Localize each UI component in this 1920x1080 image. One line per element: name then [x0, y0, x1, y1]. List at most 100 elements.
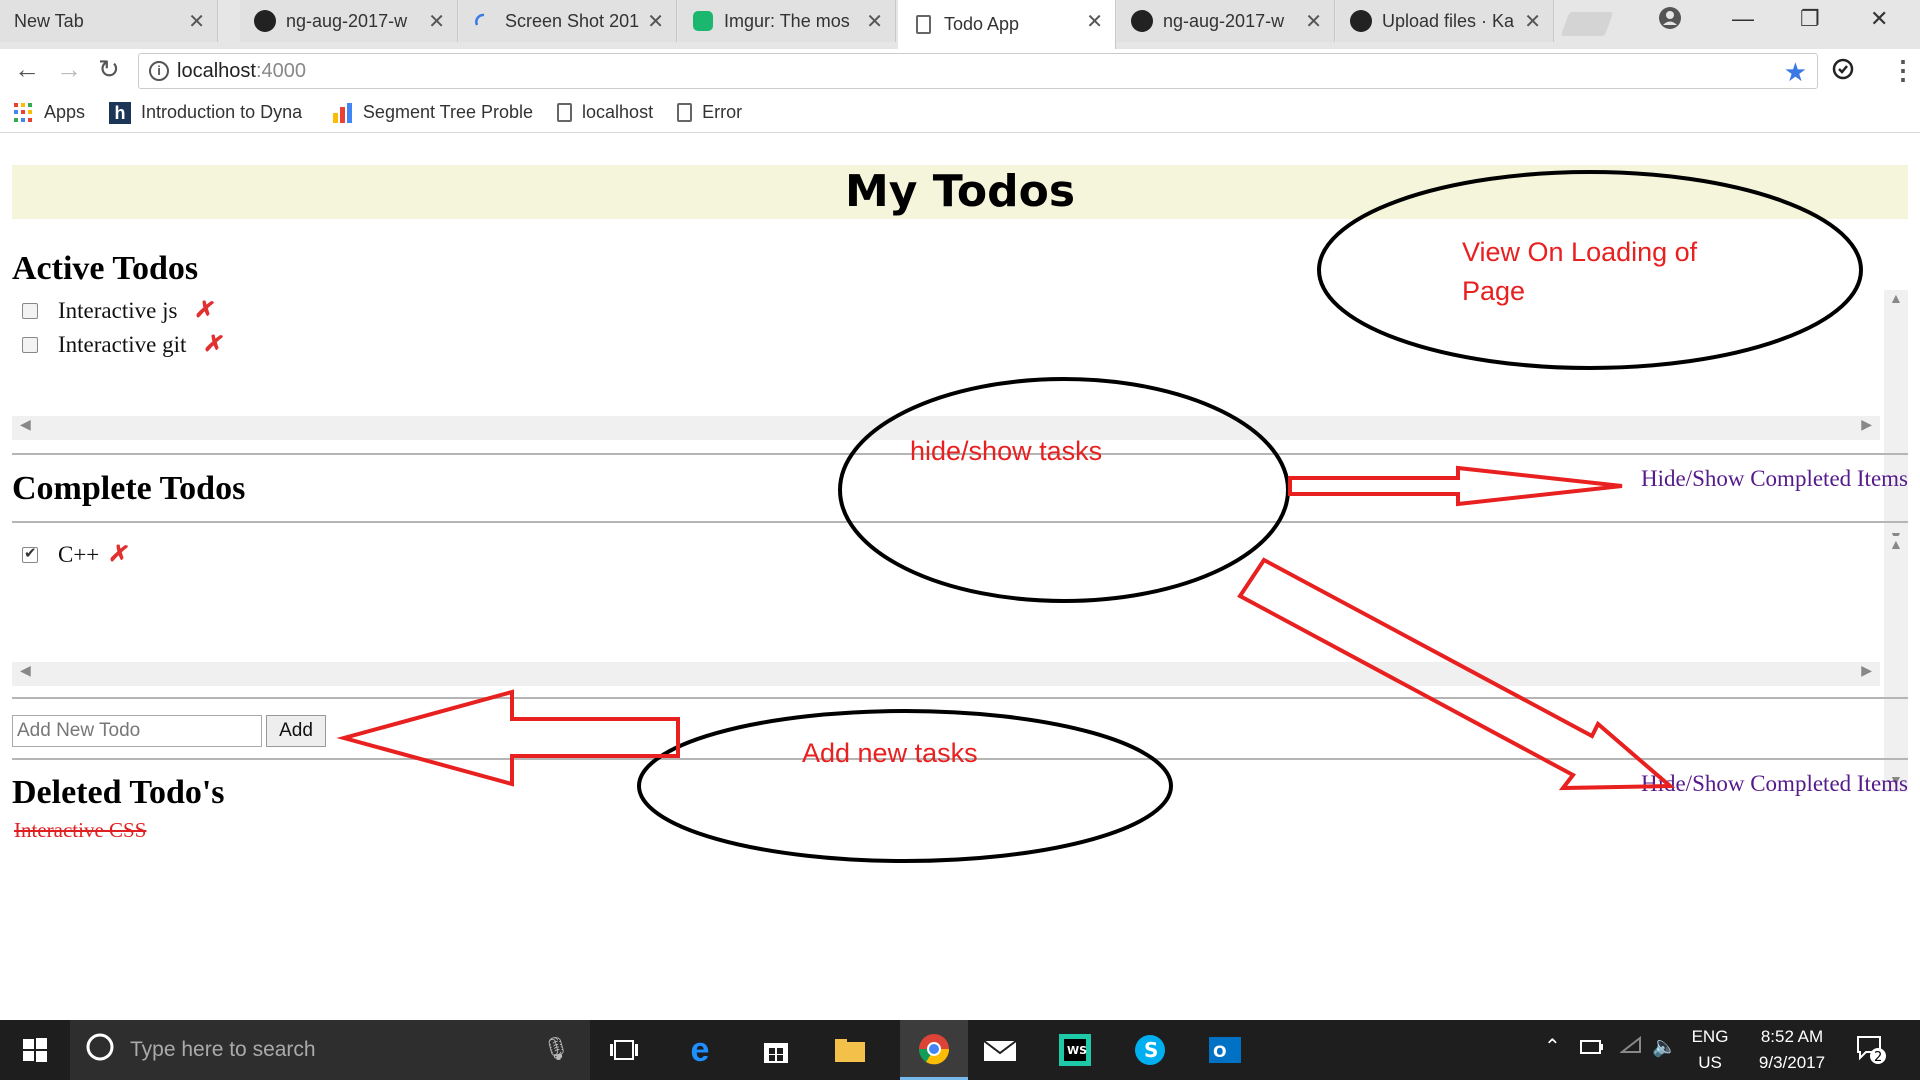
new-tab-button[interactable]	[1560, 12, 1614, 36]
minimize-icon[interactable]: —	[1732, 6, 1754, 32]
profile-icon[interactable]	[1658, 6, 1682, 36]
close-icon[interactable]: ✕	[866, 9, 883, 34]
menu-icon[interactable]: ⋮	[1890, 55, 1916, 86]
delete-icon[interactable]: ✗	[193, 294, 218, 326]
tab-github-2[interactable]: ng-aug-2017-w ✕	[1117, 0, 1335, 42]
clock-date: 9/3/2017	[1758, 1053, 1826, 1072]
scroll-up-icon[interactable]: ▲	[1889, 292, 1903, 308]
clock-time: 8:52 AM	[1760, 1027, 1824, 1046]
annotation-arrow-right	[1288, 465, 1623, 507]
todo-checkbox-checked[interactable]	[22, 544, 38, 563]
tab-imgur[interactable]: Imgur: The mos ✕	[678, 0, 896, 42]
close-icon[interactable]: ✕	[1305, 9, 1322, 34]
bookmarks-bar: Apps h Introduction to Dyna Segment Tree…	[0, 93, 1920, 133]
bookmark-apps[interactable]: Apps	[14, 102, 85, 123]
h-icon: h	[109, 101, 132, 124]
mail-icon[interactable]	[982, 1032, 1018, 1068]
outlook-icon[interactable]: O	[1207, 1032, 1243, 1068]
scroll-right-icon[interactable]: ▶	[1861, 663, 1872, 680]
forward-icon[interactable]: →	[56, 54, 82, 85]
github-icon	[1350, 10, 1372, 32]
tab-upload-files[interactable]: Upload files · Ka ✕	[1336, 0, 1554, 42]
window-close-icon[interactable]: ✕	[1870, 6, 1888, 32]
scroll-up-icon[interactable]: ▲	[1889, 538, 1903, 554]
edge-icon[interactable]: e	[682, 1031, 718, 1069]
bookmark-error[interactable]: Error	[677, 102, 742, 123]
chrome-icon[interactable]	[900, 1020, 968, 1080]
reload-icon[interactable]: ↻	[98, 54, 120, 85]
complete-todos-heading: Complete Todos	[12, 470, 246, 507]
microphone-icon[interactable]: 🎙	[542, 1036, 570, 1062]
complete-vertical-scrollbar[interactable]: ▲ ▼	[1884, 536, 1908, 792]
add-button[interactable]: Add	[266, 715, 326, 747]
windows-start-icon[interactable]	[17, 1032, 53, 1068]
skype-icon[interactable]: S	[1132, 1032, 1168, 1068]
active-todos-heading: Active Todos	[12, 250, 199, 287]
url-host: localhost	[177, 59, 256, 82]
toggle-completed-link[interactable]: Hide/Show Completed Items	[1641, 466, 1908, 492]
active-vertical-scrollbar[interactable]: ▲ ▼	[1884, 290, 1908, 548]
tab-label: Todo App	[944, 14, 1020, 34]
battery-icon[interactable]	[1580, 1036, 1604, 1062]
restore-icon[interactable]: ❐	[1800, 6, 1820, 32]
tab-new-tab[interactable]: New Tab ✕	[0, 0, 218, 42]
scroll-left-icon[interactable]: ◀	[20, 663, 31, 680]
tab-label: New Tab	[14, 10, 84, 31]
deleted-todos-heading: Deleted Todo's	[12, 774, 225, 811]
tray-chevron-icon[interactable]: ⌃	[1544, 1034, 1561, 1060]
todo-checkbox[interactable]	[22, 302, 38, 319]
github-icon	[1131, 10, 1153, 32]
action-center-icon[interactable]: 2	[1856, 1034, 1886, 1072]
annotation-ellipse-hide-show	[838, 377, 1290, 603]
delete-icon[interactable]: ✗	[202, 328, 227, 360]
close-icon[interactable]: ✕	[1524, 9, 1541, 34]
close-icon[interactable]: ✕	[647, 9, 664, 34]
bookmark-dynamic-programming[interactable]: h Introduction to Dyna	[109, 101, 309, 124]
divider	[12, 521, 1908, 523]
annotation-view-on-load: View On Loading of Page	[1462, 237, 1698, 306]
taskbar-search[interactable]: Type here to search 🎙	[70, 1020, 590, 1080]
store-icon[interactable]	[758, 1032, 794, 1068]
task-view-icon[interactable]	[606, 1032, 642, 1068]
close-icon[interactable]: ✕	[188, 9, 205, 34]
scroll-left-icon[interactable]: ◀	[20, 417, 31, 434]
todo-checkbox[interactable]	[22, 336, 38, 353]
add-todo-input[interactable]	[12, 715, 262, 747]
bookmark-localhost[interactable]: localhost	[557, 102, 653, 123]
info-icon[interactable]: i	[149, 61, 169, 81]
volume-icon[interactable]: 🔈	[1652, 1034, 1677, 1060]
clock[interactable]: 8:52 AM 9/3/2017	[1742, 1024, 1842, 1076]
tab-strip: New Tab ✕ ng-aug-2017-w ✕ Screen Shot 20…	[0, 0, 1920, 49]
address-bar[interactable]: i localhost:4000 ★	[138, 53, 1818, 89]
wifi-icon[interactable]	[1619, 1035, 1642, 1062]
toggle-completed-link-2[interactable]: Hide/Show Completed Items	[1641, 771, 1908, 797]
annotation-add-new: Add new tasks	[802, 738, 978, 768]
webstorm-icon[interactable]: WS	[1057, 1032, 1093, 1068]
back-icon[interactable]: ←	[14, 54, 40, 85]
tab-screenshot[interactable]: Screen Shot 201 ✕	[459, 0, 677, 42]
close-icon[interactable]: ✕	[428, 9, 445, 34]
bookmark-label: Apps	[44, 102, 86, 122]
tab-todo-app[interactable]: Todo App ✕	[898, 0, 1116, 49]
complete-horizontal-scrollbar[interactable]: ◀ ▶	[12, 662, 1880, 686]
language-indicator[interactable]: ENG US	[1688, 1024, 1732, 1076]
todo-text: Interactive js	[58, 297, 178, 323]
active-todo-item: Interactive js ✗	[22, 294, 218, 326]
apps-grid-icon	[14, 102, 34, 123]
close-icon[interactable]: ✕	[1086, 9, 1103, 34]
imgur-icon	[692, 10, 714, 32]
divider	[12, 697, 1908, 699]
tab-label: Screen Shot 201	[505, 10, 640, 31]
file-explorer-icon[interactable]	[832, 1032, 868, 1068]
extension-icon[interactable]	[1832, 56, 1854, 87]
complete-todo-item: C++ ✗	[22, 538, 132, 570]
bookmark-star-icon[interactable]: ★	[1784, 57, 1807, 88]
svg-text:S: S	[1144, 1038, 1158, 1062]
bookmark-segment-tree[interactable]: Segment Tree Proble	[333, 102, 533, 123]
scroll-right-icon[interactable]: ▶	[1861, 417, 1872, 434]
search-placeholder: Type here to search	[130, 1038, 316, 1061]
delete-icon[interactable]: ✗	[107, 538, 132, 570]
tab-github-1[interactable]: ng-aug-2017-w ✕	[240, 0, 458, 42]
document-icon	[677, 103, 693, 122]
tab-label: ng-aug-2017-w	[1163, 10, 1285, 31]
